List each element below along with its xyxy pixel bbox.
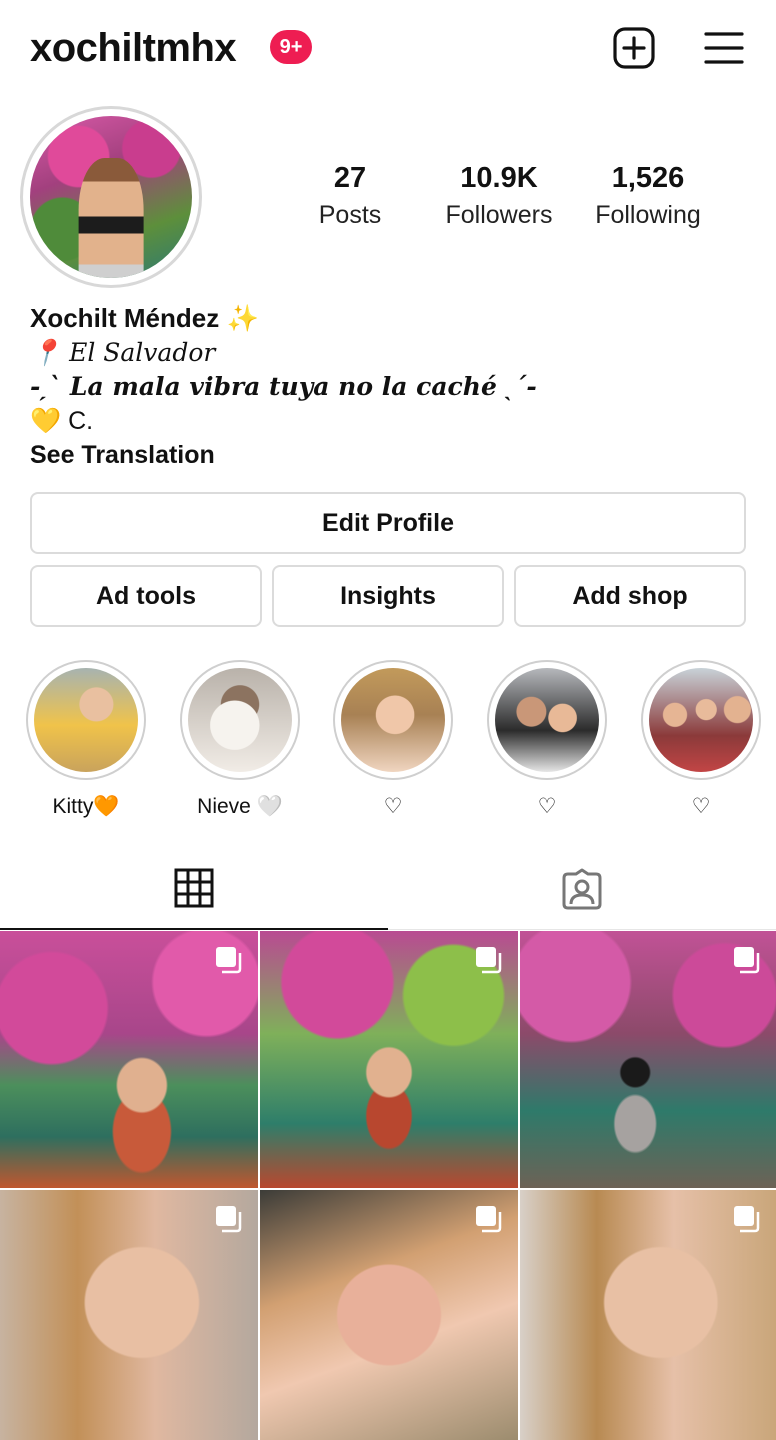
highlight-label: ♡ bbox=[383, 795, 403, 818]
stat-followers-value: 10.9K bbox=[460, 162, 538, 194]
profile-username[interactable]: xochiltmhx bbox=[30, 26, 237, 71]
see-translation-link[interactable]: See Translation bbox=[30, 438, 750, 472]
profile-avatar[interactable] bbox=[20, 106, 202, 288]
stat-following-label: Following bbox=[595, 201, 701, 229]
tagged-person-icon bbox=[562, 868, 602, 910]
stat-followers-label: Followers bbox=[445, 201, 553, 229]
story-highlights: Kitty🧡 Nieve 🤍 ♡ ♡ ♡ bbox=[0, 660, 776, 830]
profile-bio: Xochilt Méndez ✨ 📍 𝐸𝑙 𝑆𝑎𝑙𝑣𝑎𝑑𝑜𝑟 -ˏˋ La ma… bbox=[30, 300, 750, 472]
highlight-cover bbox=[34, 668, 138, 772]
hamburger-menu-icon[interactable] bbox=[702, 26, 746, 70]
add-shop-button[interactable]: Add shop bbox=[514, 565, 746, 627]
bio-quote: -ˏˋ La mala vibra tuya no la caché ˎˊ- bbox=[30, 372, 537, 401]
stat-posts-label: Posts bbox=[318, 201, 382, 229]
stat-posts-value: 27 bbox=[333, 162, 367, 194]
highlight-item[interactable]: ♡ bbox=[477, 660, 617, 820]
profile-name: Xochilt Méndez ✨ bbox=[30, 303, 259, 333]
ad-tools-button[interactable]: Ad tools bbox=[30, 565, 262, 627]
plus-square-icon[interactable] bbox=[612, 26, 656, 70]
highlight-label: ♡ bbox=[691, 795, 711, 818]
highlight-item[interactable]: Nieve 🤍 bbox=[170, 660, 310, 820]
stat-following-value: 1,526 bbox=[611, 162, 685, 194]
highlight-cover bbox=[188, 668, 292, 772]
post-thumbnail[interactable] bbox=[0, 931, 258, 1188]
highlight-cover bbox=[341, 668, 445, 772]
highlight-item[interactable]: Kitty🧡 bbox=[16, 660, 156, 820]
post-thumbnail[interactable] bbox=[0, 1190, 258, 1440]
profile-tabs bbox=[0, 848, 776, 930]
profile-stats: 27 Posts 10.9K Followers 1,526 Following bbox=[290, 162, 740, 242]
tab-posts-grid[interactable] bbox=[0, 848, 388, 930]
highlight-label: Kitty🧡 bbox=[52, 795, 120, 818]
avatar-photo bbox=[30, 116, 192, 278]
stat-posts[interactable]: 27 Posts bbox=[275, 162, 425, 230]
post-thumbnail[interactable] bbox=[260, 931, 518, 1188]
highlight-label: Nieve 🤍 bbox=[197, 795, 283, 818]
highlight-cover bbox=[495, 668, 599, 772]
highlight-cover bbox=[649, 668, 753, 772]
post-thumbnail[interactable] bbox=[260, 1190, 518, 1440]
carousel-icon bbox=[734, 1206, 760, 1233]
post-thumbnail[interactable] bbox=[520, 931, 776, 1188]
highlight-label: ♡ bbox=[537, 795, 557, 818]
carousel-icon bbox=[216, 947, 242, 974]
grid-icon bbox=[174, 868, 214, 908]
post-thumbnail[interactable] bbox=[520, 1190, 776, 1440]
profile-header: xochiltmhx 9+ bbox=[0, 0, 776, 96]
edit-profile-button[interactable]: Edit Profile bbox=[30, 492, 746, 554]
carousel-icon bbox=[734, 947, 760, 974]
insights-button[interactable]: Insights bbox=[272, 565, 504, 627]
notification-badge[interactable]: 9+ bbox=[270, 30, 312, 64]
stat-following[interactable]: 1,526 Following bbox=[573, 162, 723, 230]
bio-location: 📍 𝐸𝑙 𝑆𝑎𝑙𝑣𝑎𝑑𝑜𝑟 bbox=[30, 338, 216, 367]
carousel-icon bbox=[476, 947, 502, 974]
carousel-icon bbox=[216, 1206, 242, 1233]
posts-grid bbox=[0, 931, 776, 1440]
tab-tagged[interactable] bbox=[388, 848, 776, 930]
carousel-icon bbox=[476, 1206, 502, 1233]
highlight-item[interactable]: ♡ bbox=[323, 660, 463, 820]
highlight-item[interactable]: ♡ bbox=[631, 660, 771, 820]
avatar-figure bbox=[78, 158, 144, 278]
stat-followers[interactable]: 10.9K Followers bbox=[424, 162, 574, 230]
bio-heart-line: 💛 C. bbox=[30, 407, 94, 435]
